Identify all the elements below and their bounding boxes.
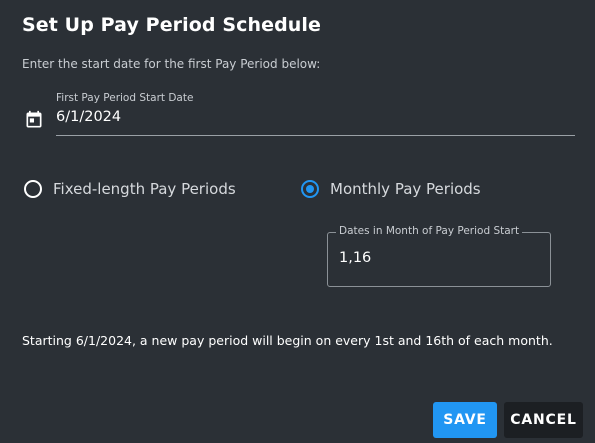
cancel-button[interactable]: CANCEL (504, 402, 583, 438)
radio-fixed-length-label: Fixed-length Pay Periods (53, 180, 236, 198)
dates-in-month-input[interactable]: 1,16 (339, 250, 371, 266)
dates-in-month-label: Dates in Month of Pay Period Start (336, 225, 523, 237)
radio-fixed-length-control[interactable] (24, 180, 42, 198)
radio-fixed-length[interactable]: Fixed-length Pay Periods (24, 178, 236, 200)
start-date-input[interactable]: 6/1/2024 (56, 109, 121, 125)
schedule-summary: Starting 6/1/2024, a new pay period will… (22, 333, 553, 348)
radio-monthly-label: Monthly Pay Periods (330, 180, 481, 198)
pay-period-schedule-dialog: Set Up Pay Period Schedule Enter the sta… (0, 0, 595, 443)
instruction-text: Enter the start date for the first Pay P… (22, 57, 321, 71)
start-date-label: First Pay Period Start Date (56, 92, 194, 104)
calendar-icon[interactable] (24, 110, 44, 130)
dates-in-month-field[interactable]: Dates in Month of Pay Period Start 1,16 (327, 225, 551, 287)
radio-monthly[interactable]: Monthly Pay Periods (301, 178, 481, 200)
start-date-field[interactable]: First Pay Period Start Date 6/1/2024 (22, 90, 575, 136)
radio-selected-dot (306, 185, 314, 193)
dialog-title: Set Up Pay Period Schedule (22, 14, 322, 36)
radio-monthly-control[interactable] (301, 180, 319, 198)
save-button[interactable]: SAVE (433, 402, 497, 438)
start-date-underline (56, 135, 575, 136)
